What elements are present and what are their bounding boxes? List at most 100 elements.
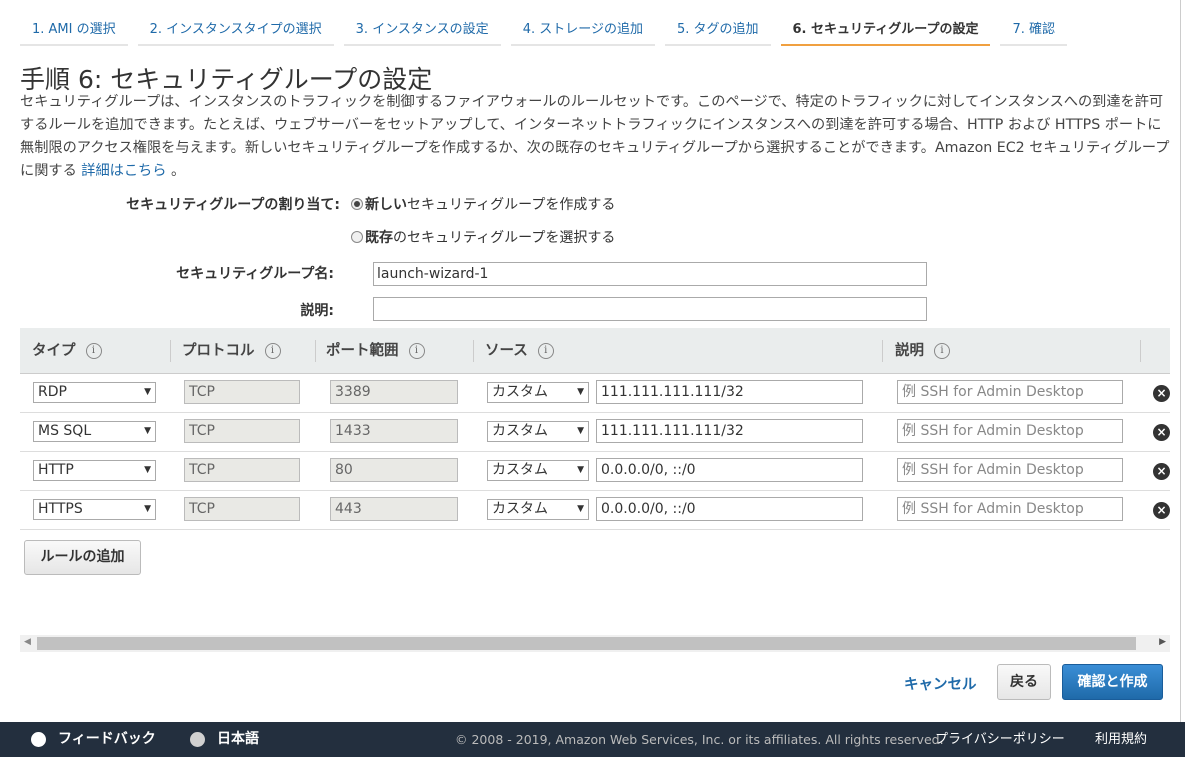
dropdown-arrow-icon: ▼ — [577, 465, 584, 475]
dropdown-arrow-icon: ▼ — [577, 387, 584, 397]
source-input[interactable]: 111.111.111.111/32 — [596, 419, 863, 443]
protocol-field: TCP — [184, 458, 300, 482]
delete-rule-icon[interactable]: × — [1153, 502, 1170, 519]
col-protocol: プロトコル i — [182, 328, 281, 374]
group-desc-input[interactable] — [373, 297, 927, 321]
type-select[interactable]: HTTPS ▼ — [33, 499, 156, 520]
column-divider — [170, 340, 171, 362]
dropdown-arrow-icon: ▼ — [577, 504, 584, 514]
col-description: 説明 i — [895, 328, 950, 374]
port-field: 3389 — [330, 380, 458, 404]
tab-ami[interactable]: 1. AMI の選択 — [20, 16, 128, 46]
protocol-field: TCP — [184, 497, 300, 521]
add-rule-button[interactable]: ルールの追加 — [24, 540, 141, 575]
type-select[interactable]: RDP ▼ — [33, 382, 156, 403]
source-type-value: カスタム — [492, 501, 548, 517]
col-description-label: 説明 — [895, 343, 924, 359]
source-type-select[interactable]: カスタム ▼ — [487, 382, 589, 403]
scroll-right-icon[interactable]: ▶ — [1159, 637, 1166, 647]
source-type-select[interactable]: カスタム ▼ — [487, 499, 589, 520]
info-icon[interactable]: i — [934, 343, 950, 359]
type-value: MS SQL — [38, 423, 92, 439]
source-input[interactable]: 0.0.0.0/0, ::/0 — [596, 458, 863, 482]
type-value: HTTPS — [38, 501, 83, 517]
protocol-field: TCP — [184, 419, 300, 443]
cancel-link[interactable]: キャンセル — [904, 673, 977, 694]
radio-new-button[interactable] — [351, 198, 363, 210]
rule-description-input[interactable]: 例 SSH for Admin Desktop — [897, 419, 1123, 443]
privacy-link[interactable]: プライバシーポリシー — [935, 722, 1065, 757]
radio-existing-group[interactable]: 既存 のセキュリティグループを選択する — [351, 227, 615, 247]
info-icon[interactable]: i — [537, 343, 554, 359]
delete-rule-icon[interactable]: × — [1153, 424, 1170, 441]
radio-new-group[interactable]: 新しい セキュリティグループを作成する — [351, 194, 615, 214]
rule-row: HTTP ▼ TCP 80 カスタム ▼ 0.0.0.0/0, ::/0 例 SSH… — [20, 452, 1170, 491]
type-select[interactable]: HTTP ▼ — [33, 460, 156, 481]
column-divider — [882, 340, 883, 362]
dropdown-arrow-icon: ▼ — [577, 426, 584, 436]
tab-instance-config[interactable]: 3. インスタンスの設定 — [343, 16, 501, 46]
dropdown-arrow-icon: ▼ — [144, 387, 151, 397]
radio-new-bold: 新しい — [365, 197, 407, 213]
radio-new-label: セキュリティグループを作成する — [407, 197, 616, 213]
language-selector[interactable]: 日本語 — [190, 722, 259, 757]
port-field: 1433 — [330, 419, 458, 443]
source-type-select[interactable]: カスタム ▼ — [487, 460, 589, 481]
radio-existing-button[interactable] — [351, 231, 363, 243]
port-field: 443 — [330, 497, 458, 521]
rule-row: RDP ▼ TCP 3389 カスタム ▼ 111.111.111.111/32 例… — [20, 374, 1170, 413]
tab-security-group[interactable]: 6. セキュリティグループの設定 — [780, 16, 991, 46]
right-border — [1180, 0, 1181, 722]
type-select[interactable]: MS SQL ▼ — [33, 421, 156, 442]
column-divider — [1140, 340, 1141, 362]
learn-more-link[interactable]: 詳細はこちら — [81, 163, 166, 179]
source-type-value: カスタム — [492, 423, 548, 439]
port-field: 80 — [330, 458, 458, 482]
radio-existing-bold: 既存 — [365, 230, 393, 246]
description-text: セキュリティグループは、インスタンスのトラフィックを制御するファイアウォールのル… — [20, 94, 1170, 179]
column-divider — [473, 340, 474, 362]
info-icon[interactable]: i — [408, 343, 425, 359]
group-name-label: セキュリティグループ名: — [176, 266, 334, 282]
col-type: タイプ i — [32, 328, 102, 374]
tab-instance-type[interactable]: 2. インスタンスタイプの選択 — [137, 16, 334, 46]
feedback-link[interactable]: フィードバック — [31, 722, 156, 757]
delete-rule-icon[interactable]: × — [1153, 385, 1170, 402]
tab-storage[interactable]: 4. ストレージの追加 — [510, 16, 655, 46]
horizontal-scrollbar[interactable]: ◀ ▶ — [20, 635, 1170, 652]
type-value: HTTP — [38, 462, 74, 478]
dropdown-arrow-icon: ▼ — [144, 465, 151, 475]
description-period: 。 — [170, 163, 186, 179]
rule-row: HTTPS ▼ TCP 443 カスタム ▼ 0.0.0.0/0, ::/0 例 S… — [20, 491, 1170, 530]
source-input[interactable]: 0.0.0.0/0, ::/0 — [596, 497, 863, 521]
scroll-left-icon[interactable]: ◀ — [24, 637, 31, 647]
dropdown-arrow-icon: ▼ — [144, 504, 151, 514]
protocol-field: TCP — [184, 380, 300, 404]
info-icon[interactable]: i — [85, 343, 102, 359]
rule-description-input[interactable]: 例 SSH for Admin Desktop — [897, 497, 1123, 521]
type-value: RDP — [38, 384, 67, 400]
source-type-select[interactable]: カスタム ▼ — [487, 421, 589, 442]
back-button[interactable]: 戻る — [997, 664, 1051, 700]
tab-review[interactable]: 7. 確認 — [1000, 16, 1068, 46]
terms-link[interactable]: 利用規約 — [1095, 722, 1147, 757]
scrollbar-thumb[interactable] — [37, 637, 1136, 650]
group-name-input[interactable]: launch-wizard-1 — [373, 262, 927, 286]
review-and-launch-button[interactable]: 確認と作成 — [1062, 664, 1163, 700]
globe-icon — [190, 732, 205, 747]
footer: フィードバック 日本語 © 2008 - 2019, Amazon Web Se… — [0, 722, 1185, 757]
feedback-label: フィードバック — [58, 731, 156, 747]
col-protocol-label: プロトコル — [182, 343, 255, 359]
col-port: ポート範囲 i — [326, 328, 425, 374]
rule-description-input[interactable]: 例 SSH for Admin Desktop — [897, 458, 1123, 482]
page-description: セキュリティグループは、インスタンスのトラフィックを制御するファイアウォールのル… — [20, 91, 1170, 183]
col-source: ソース i — [485, 328, 554, 374]
col-type-label: タイプ — [32, 343, 76, 359]
info-icon[interactable]: i — [264, 343, 281, 359]
source-type-value: カスタム — [492, 384, 548, 400]
source-input[interactable]: 111.111.111.111/32 — [596, 380, 863, 404]
tab-tags[interactable]: 5. タグの追加 — [664, 16, 771, 46]
assign-label: セキュリティグループの割り当て: — [126, 197, 340, 213]
delete-rule-icon[interactable]: × — [1153, 463, 1170, 480]
rule-description-input[interactable]: 例 SSH for Admin Desktop — [897, 380, 1123, 404]
